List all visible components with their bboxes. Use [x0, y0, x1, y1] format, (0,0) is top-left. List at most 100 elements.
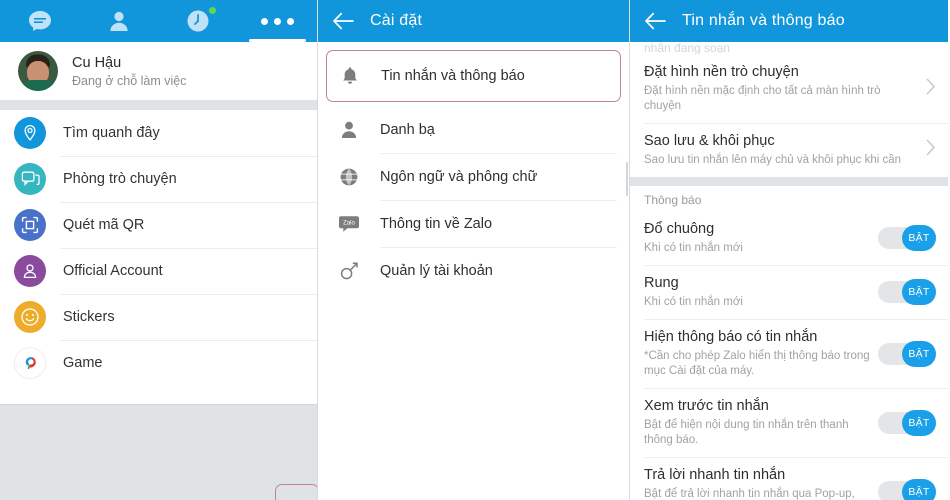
top-tabbar — [0, 0, 317, 42]
notifications-scroll-area[interactable]: nhắn đang soạn Đặt hình nền trò chuyện Đ… — [630, 42, 948, 500]
menu-item-official-account[interactable]: Official Account — [0, 248, 317, 294]
location-pin-icon — [14, 117, 46, 149]
person-icon — [336, 120, 362, 139]
row-sao-luu-khoi-phuc[interactable]: Sao lưu & khôi phục Sao lưu tin nhắn lên… — [630, 123, 948, 177]
toggle-row-hien-thong-bao-co-tin-nhan[interactable]: Hiện thông báo có tin nhắn *Cần cho phép… — [630, 319, 948, 388]
zalo-bubble-icon: Zalo — [336, 215, 362, 233]
toggle-switch[interactable]: BẬT — [878, 409, 936, 436]
left-panel-empty-area — [0, 404, 317, 500]
section-divider — [630, 177, 948, 186]
row-subtitle: Bật để trả lời nhanh tin nhắn qua Pop-up… — [644, 488, 855, 500]
notifications-title: Tin nhắn và thông báo — [682, 12, 845, 29]
menu-item-game[interactable]: Game — [0, 340, 317, 386]
scrollbar-thumb[interactable] — [626, 162, 628, 196]
settings-item-label: Tin nhắn và thông báo — [381, 68, 525, 84]
timeline-badge-dot — [208, 7, 216, 14]
menu-item-tim-quanh-day[interactable]: Tìm quanh đây — [0, 110, 317, 156]
row-dat-hinh-nen-tro-chuyen[interactable]: Đặt hình nền trò chuyện Đặt hình nền mặc… — [630, 54, 948, 123]
tab-messages[interactable] — [0, 0, 79, 42]
toggle-label: BẬT — [902, 478, 936, 500]
arrow-left-icon[interactable] — [332, 12, 354, 30]
row-subtitle: Bật để hiện nội dung tin nhắn trên thanh… — [644, 419, 849, 446]
settings-item-ngon-ngu-va-phong-chu[interactable]: Ngôn ngữ và phông chữ — [318, 153, 629, 200]
bell-icon — [337, 66, 363, 86]
avatar — [18, 51, 58, 91]
tab-more[interactable] — [238, 0, 317, 42]
cutoff-row-text: nhắn đang soạn — [644, 42, 731, 54]
tab-timeline[interactable] — [159, 0, 238, 42]
row-subtitle: Đặt hình nền mặc định cho tất cả màn hìn… — [644, 85, 881, 112]
settings-item-list: Tin nhắn và thông báo Danh bạ Ngôn ngữ v… — [318, 42, 629, 294]
official-account-icon — [14, 255, 46, 287]
settings-item-label: Quản lý tài khoản — [380, 262, 493, 279]
row-title: Đặt hình nền trò chuyện — [644, 64, 799, 80]
menu-item-label: Stickers — [63, 309, 115, 325]
globe-icon — [336, 167, 362, 187]
toggle-switch[interactable]: BẬT — [878, 340, 936, 367]
settings-item-thong-tin-ve-zalo[interactable]: Zalo Thông tin về Zalo — [318, 200, 629, 247]
game-logo-icon — [14, 347, 46, 379]
menu-item-label: Game — [63, 355, 103, 371]
settings-item-label: Ngôn ngữ và phông chữ — [380, 168, 538, 185]
chat-bubble-icon — [28, 10, 52, 32]
notifications-header: Tin nhắn và thông báo — [630, 0, 948, 42]
menu-item-label: Tìm quanh đây — [63, 125, 160, 141]
toggle-row-xem-truoc-tin-nhan[interactable]: Xem trước tin nhắn Bật để hiện nội dung … — [630, 388, 948, 457]
row-subtitle: *Cần cho phép Zalo hiển thị thông báo tr… — [644, 350, 870, 377]
toggle-switch[interactable]: BẬT — [878, 478, 936, 500]
toggle-row-do-chuong[interactable]: Đổ chuông Khi có tin nhắn mới BẬT — [630, 211, 948, 265]
profile-status: Đang ở chỗ làm việc — [72, 73, 187, 88]
settings-title: Cài đặt — [370, 12, 423, 29]
section-divider — [0, 100, 317, 110]
settings-item-tin-nhan-va-thong-bao[interactable]: Tin nhắn và thông báo — [326, 50, 621, 102]
shortcut-menu-list: Tìm quanh đây Phòng trò chuyện Quét mã Q… — [0, 110, 317, 386]
toggle-switch[interactable]: BẬT — [878, 279, 936, 305]
menu-item-phong-tro-chuyen[interactable]: Phòng trò chuyện — [0, 156, 317, 202]
row-subtitle: Khi có tin nhắn mới — [644, 296, 743, 308]
person-icon — [108, 10, 130, 32]
settings-panel: Cài đặt Tin nhắn và thông báo Danh bạ Ng… — [318, 0, 630, 500]
menu-item-label: Quét mã QR — [63, 217, 145, 233]
chat-room-icon — [14, 163, 46, 195]
settings-item-danh-ba[interactable]: Danh bạ — [318, 106, 629, 153]
menu-item-label: Official Account — [63, 263, 163, 279]
toggle-row-tra-loi-nhanh-tin-nhan[interactable]: Trả lời nhanh tin nhắn Bật để trả lời nh… — [630, 457, 948, 500]
highlight-box-partial — [275, 484, 317, 500]
toggle-label: BẬT — [902, 409, 936, 436]
left-panel: Cu Hậu Đang ở chỗ làm việc Tìm quanh đây — [0, 0, 318, 500]
more-dots-icon — [260, 17, 294, 25]
qr-scan-icon — [14, 209, 46, 241]
settings-header: Cài đặt — [318, 0, 629, 42]
svg-text:Zalo: Zalo — [343, 220, 355, 226]
row-title: Đổ chuông — [644, 221, 715, 237]
settings-item-label: Thông tin về Zalo — [380, 215, 493, 232]
chevron-right-icon — [926, 78, 936, 100]
smiley-icon — [14, 301, 46, 333]
row-title: Hiện thông báo có tin nhắn — [644, 329, 818, 345]
toggle-label: BẬT — [902, 340, 936, 367]
profile-name: Cu Hậu — [72, 54, 122, 71]
menu-item-stickers[interactable]: Stickers — [0, 294, 317, 340]
row-title: Trả lời nhanh tin nhắn — [644, 467, 786, 483]
settings-item-quan-ly-tai-khoan[interactable]: Quản lý tài khoản — [318, 247, 629, 294]
menu-item-quet-ma-qr[interactable]: Quét mã QR — [0, 202, 317, 248]
tab-contacts[interactable] — [79, 0, 158, 42]
toggle-label: BẬT — [902, 279, 936, 305]
profile-row[interactable]: Cu Hậu Đang ở chỗ làm việc — [0, 42, 317, 100]
arrow-left-icon[interactable] — [644, 12, 666, 30]
chevron-right-icon — [926, 139, 936, 161]
row-title: Rung — [644, 275, 679, 291]
notifications-panel: Tin nhắn và thông báo nhắn đang soạn Đặt… — [630, 0, 948, 500]
row-subtitle: Khi có tin nhắn mới — [644, 242, 743, 254]
clock-icon — [186, 9, 210, 33]
toggle-row-rung[interactable]: Rung Khi có tin nhắn mới BẬT — [630, 265, 948, 319]
row-title: Sao lưu & khôi phục — [644, 133, 775, 149]
key-icon — [336, 261, 362, 281]
toggle-switch[interactable]: BẬT — [878, 225, 936, 251]
menu-item-label: Phòng trò chuyện — [63, 171, 177, 187]
settings-item-label: Danh bạ — [380, 121, 435, 138]
zalo-three-panel-screenshot: Cu Hậu Đang ở chỗ làm việc Tìm quanh đây — [0, 0, 950, 500]
section-header-thong-bao: Thông báo — [630, 186, 948, 211]
toggle-label: BẬT — [902, 225, 936, 251]
row-subtitle: Sao lưu tin nhắn lên máy chủ và khôi phụ… — [644, 154, 902, 166]
